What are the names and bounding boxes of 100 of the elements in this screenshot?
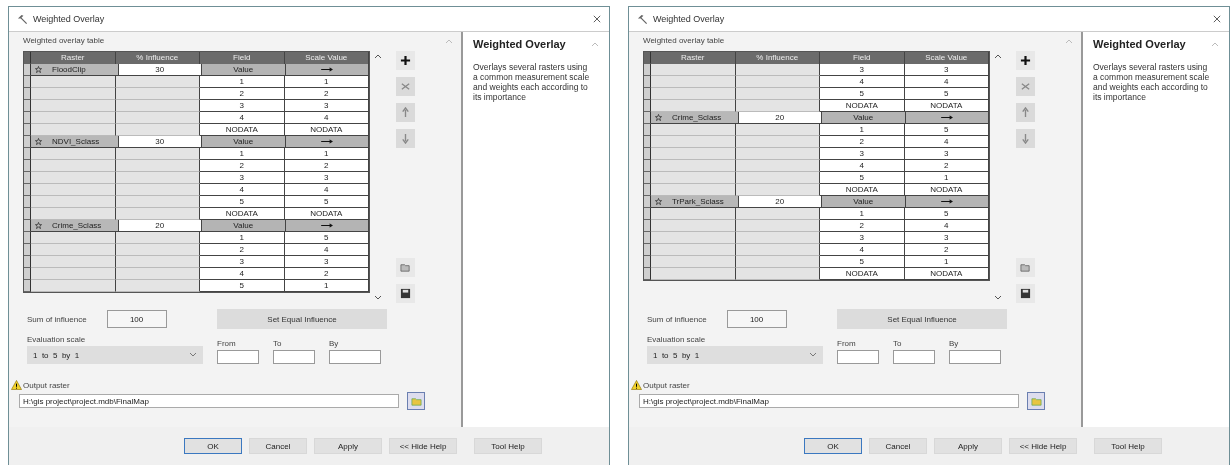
- scale-cell[interactable]: 3: [284, 172, 369, 184]
- scale-cell[interactable]: 4: [904, 220, 989, 232]
- row-header[interactable]: [24, 64, 31, 76]
- row-header[interactable]: [644, 184, 651, 196]
- row-header[interactable]: [644, 148, 651, 160]
- remap-icon[interactable]: [319, 223, 334, 228]
- scale-cell[interactable]: NODATA: [284, 124, 369, 136]
- scale-cell[interactable]: NODATA: [904, 268, 989, 280]
- row-header[interactable]: [644, 196, 651, 208]
- scale-cell[interactable]: 1: [904, 256, 989, 268]
- scale-cell[interactable]: 3: [904, 64, 989, 76]
- remap-icon[interactable]: [319, 67, 334, 72]
- scale-dropdown[interactable]: 1 to 5 by 1: [27, 346, 203, 364]
- scale-cell[interactable]: 1: [284, 76, 369, 88]
- row-header[interactable]: [644, 76, 651, 88]
- remap-icon[interactable]: [939, 115, 954, 120]
- row-header[interactable]: [644, 100, 651, 112]
- row-header[interactable]: [24, 268, 31, 280]
- output-field[interactable]: H:\gis project\project.mdb\FinalMap: [19, 394, 399, 408]
- row-header[interactable]: [644, 88, 651, 100]
- row-header[interactable]: [644, 64, 651, 76]
- scale-cell[interactable]: 2: [284, 88, 369, 100]
- influence-cell[interactable]: 30: [118, 64, 202, 76]
- add-button[interactable]: [1016, 51, 1035, 70]
- row-header[interactable]: [24, 244, 31, 256]
- dialog-button[interactable]: Tool Help: [474, 438, 542, 454]
- from-field[interactable]: [837, 350, 879, 364]
- influence-cell[interactable]: 20: [118, 220, 202, 232]
- scale-cell[interactable]: 1: [284, 280, 369, 292]
- row-header[interactable]: [24, 88, 31, 100]
- by-field[interactable]: [329, 350, 381, 364]
- close-icon[interactable]: [1213, 15, 1221, 23]
- scroll-up-icon[interactable]: [374, 53, 382, 59]
- scale-cell[interactable]: [285, 136, 369, 148]
- browse-button[interactable]: [1027, 392, 1045, 410]
- set-equal-button[interactable]: Set Equal Influence: [837, 309, 1007, 329]
- scale-cell[interactable]: 4: [284, 112, 369, 124]
- scale-cell[interactable]: [905, 112, 989, 124]
- scale-cell[interactable]: NODATA: [904, 184, 989, 196]
- scale-cell[interactable]: 2: [284, 268, 369, 280]
- scale-cell[interactable]: 4: [904, 76, 989, 88]
- row-header[interactable]: [644, 256, 651, 268]
- row-header[interactable]: [644, 232, 651, 244]
- output-field[interactable]: H:\gis project\project.mdb\FinalMap: [639, 394, 1019, 408]
- scale-cell[interactable]: 1: [284, 148, 369, 160]
- close-icon[interactable]: [593, 15, 601, 23]
- row-header[interactable]: [24, 100, 31, 112]
- remap-icon[interactable]: [319, 139, 334, 144]
- row-header[interactable]: [644, 208, 651, 220]
- influence-cell[interactable]: 20: [738, 196, 822, 208]
- row-header[interactable]: [24, 196, 31, 208]
- scale-cell[interactable]: 4: [284, 184, 369, 196]
- scale-cell[interactable]: [285, 64, 369, 76]
- row-header[interactable]: [24, 256, 31, 268]
- row-header[interactable]: [24, 136, 31, 148]
- move-down-button[interactable]: [1016, 129, 1035, 148]
- from-field[interactable]: [217, 350, 259, 364]
- scale-cell[interactable]: 3: [904, 232, 989, 244]
- to-field[interactable]: [273, 350, 315, 364]
- row-header[interactable]: [24, 280, 31, 292]
- scale-cell[interactable]: 4: [904, 136, 989, 148]
- row-header[interactable]: [24, 76, 31, 88]
- scale-cell[interactable]: [285, 220, 369, 232]
- scale-cell[interactable]: 3: [284, 256, 369, 268]
- dialog-button[interactable]: Cancel: [249, 438, 307, 454]
- scale-cell[interactable]: 4: [284, 244, 369, 256]
- scroll-up-icon[interactable]: [994, 53, 1002, 59]
- move-up-button[interactable]: [1016, 103, 1035, 122]
- scale-cell[interactable]: 2: [284, 160, 369, 172]
- dialog-button[interactable]: Apply: [934, 438, 1002, 454]
- scale-dropdown[interactable]: 1 to 5 by 1: [647, 346, 823, 364]
- row-header[interactable]: [24, 184, 31, 196]
- row-header[interactable]: [24, 172, 31, 184]
- scale-cell[interactable]: 5: [284, 232, 369, 244]
- row-header[interactable]: [644, 268, 651, 280]
- row-header[interactable]: [644, 112, 651, 124]
- row-header[interactable]: [24, 220, 31, 232]
- row-header[interactable]: [24, 232, 31, 244]
- row-header[interactable]: [24, 160, 31, 172]
- add-button[interactable]: [396, 51, 415, 70]
- save-button[interactable]: [396, 284, 415, 303]
- scale-cell[interactable]: 5: [284, 196, 369, 208]
- dialog-button[interactable]: Tool Help: [1094, 438, 1162, 454]
- remap-icon[interactable]: [939, 199, 954, 204]
- scale-cell[interactable]: 5: [904, 88, 989, 100]
- row-header[interactable]: [644, 244, 651, 256]
- dialog-button[interactable]: OK: [804, 438, 862, 454]
- row-header[interactable]: [24, 148, 31, 160]
- dialog-button[interactable]: OK: [184, 438, 242, 454]
- row-header[interactable]: [644, 160, 651, 172]
- scroll-down-icon[interactable]: [374, 295, 382, 301]
- set-equal-button[interactable]: Set Equal Influence: [217, 309, 387, 329]
- dialog-button[interactable]: Apply: [314, 438, 382, 454]
- dialog-button[interactable]: Cancel: [869, 438, 927, 454]
- by-field[interactable]: [949, 350, 1001, 364]
- influence-cell[interactable]: 20: [738, 112, 822, 124]
- scroll-down-icon[interactable]: [994, 295, 1002, 301]
- row-header[interactable]: [24, 208, 31, 220]
- dialog-button[interactable]: << Hide Help: [389, 438, 457, 454]
- scale-cell[interactable]: NODATA: [284, 208, 369, 220]
